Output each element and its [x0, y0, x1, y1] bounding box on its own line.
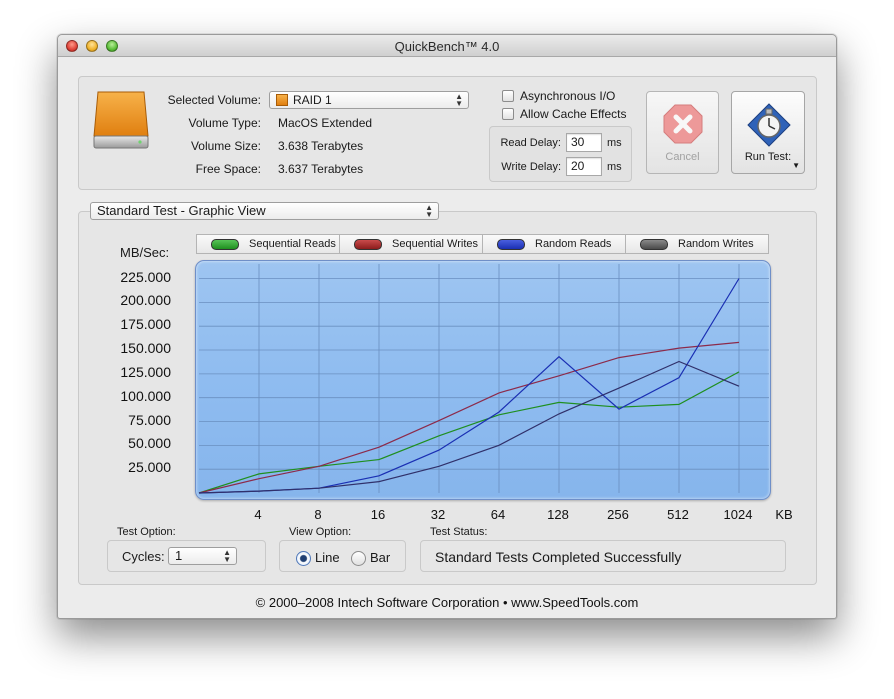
- test-status-value: Standard Tests Completed Successfully: [435, 549, 682, 565]
- volume-select-value: RAID 1: [293, 93, 332, 107]
- line-radio[interactable]: [296, 551, 311, 566]
- read-delay-unit: ms: [607, 137, 622, 149]
- volume-type-value: MacOS Extended: [278, 116, 373, 130]
- legend-swatch: [497, 239, 525, 250]
- view-mode-value: Standard Test - Graphic View: [97, 203, 266, 218]
- chart-plot-area: [195, 260, 771, 500]
- volume-select[interactable]: RAID 1 ▲ ▼: [269, 91, 469, 109]
- x-tick-label: 32: [430, 507, 446, 522]
- legend-label: Random Writes: [678, 238, 754, 250]
- y-tick-label: 150.000: [120, 340, 171, 357]
- cycles-select[interactable]: 1 ▲ ▼: [168, 547, 237, 565]
- chart-legend: Sequential Reads Sequential Writes Rando…: [196, 234, 769, 254]
- cancel-label: Cancel: [665, 151, 700, 163]
- series-line-sequential-writes: [198, 341, 740, 494]
- x-tick-label: 512: [667, 507, 689, 522]
- chevron-updown-icon: ▲ ▼: [223, 548, 231, 564]
- cancel-button[interactable]: Cancel: [646, 91, 719, 174]
- chevron-updown-icon: ▲ ▼: [455, 92, 463, 108]
- legend-label: Random Reads: [535, 238, 612, 250]
- series-line-random-writes: [198, 360, 740, 494]
- legend-item: Random Writes: [625, 235, 768, 253]
- footer-copyright: © 2000–2008 Intech Software Corporation …: [255, 595, 639, 610]
- stop-x-icon: [663, 104, 703, 144]
- write-delay-label: Write Delay:: [501, 161, 561, 173]
- y-tick-label: 225.000: [120, 268, 171, 285]
- chart-svg: [198, 264, 769, 494]
- view-option-label: View Option:: [289, 526, 352, 538]
- x-tick-label: 64: [490, 507, 506, 522]
- legend-label: Sequential Reads: [249, 238, 336, 250]
- bar-radio-label: Bar: [370, 550, 391, 565]
- window-title: QuickBench™ 4.0: [394, 39, 500, 54]
- x-tick-label: 1024: [723, 507, 753, 522]
- volume-orange-icon: [276, 94, 288, 106]
- read-delay-label: Read Delay:: [500, 137, 561, 149]
- write-delay-unit: ms: [607, 161, 622, 173]
- selected-volume-label: Selected Volume:: [167, 93, 261, 107]
- view-mode-select[interactable]: Standard Test - Graphic View ▲ ▼: [90, 202, 439, 220]
- dropdown-arrow-icon: ▼: [792, 161, 800, 170]
- legend-item: Sequential Reads: [197, 235, 339, 253]
- free-space-label: Free Space:: [195, 162, 261, 176]
- y-tick-label: 175.000: [120, 316, 171, 333]
- volume-size-label: Volume Size:: [190, 139, 261, 153]
- x-tick-label: 8: [314, 507, 322, 522]
- async-io-checkbox[interactable]: [502, 90, 514, 102]
- cache-effects-checkbox[interactable]: [502, 108, 514, 120]
- run-test-button[interactable]: Run Test: ▼: [731, 91, 805, 174]
- y-axis-label: MB/Sec:: [120, 245, 170, 260]
- chevron-updown-icon: ▲ ▼: [425, 203, 433, 219]
- write-delay-input[interactable]: 20: [566, 157, 602, 176]
- stopwatch-icon: [745, 101, 793, 147]
- legend-swatch: [211, 239, 239, 250]
- title-bar[interactable]: QuickBench™ 4.0: [58, 35, 836, 57]
- y-tick-label: 75.000: [128, 411, 171, 428]
- read-delay-input[interactable]: 30: [566, 133, 602, 152]
- test-option-label: Test Option:: [117, 526, 176, 538]
- free-space-value: 3.637 Terabytes: [278, 162, 364, 176]
- cycles-label: Cycles:: [122, 549, 165, 564]
- cache-effects-label: Allow Cache Effects: [520, 107, 627, 121]
- y-tick-label: 200.000: [120, 292, 171, 309]
- x-tick-label: 16: [370, 507, 386, 522]
- test-status-label: Test Status:: [430, 526, 488, 538]
- x-tick-label: 4: [254, 507, 262, 522]
- cycles-value: 1: [175, 548, 183, 563]
- volume-type-label: Volume Type:: [188, 116, 262, 130]
- legend-item: Random Reads: [482, 235, 625, 253]
- x-tick-label: 128: [547, 507, 569, 522]
- bar-radio[interactable]: [351, 551, 366, 566]
- y-tick-label: 125.000: [120, 363, 171, 380]
- async-io-label: Asynchronous I/O: [520, 89, 616, 103]
- delay-group: [489, 126, 632, 182]
- line-radio-label: Line: [315, 550, 340, 565]
- y-tick-label: 100.000: [120, 387, 171, 404]
- legend-swatch: [354, 239, 382, 250]
- series-line-random-reads: [198, 278, 740, 494]
- legend-swatch: [640, 239, 668, 250]
- legend-item: Sequential Writes: [339, 235, 482, 253]
- y-tick-label: 25.000: [128, 459, 171, 476]
- volume-size-value: 3.638 Terabytes: [278, 139, 364, 153]
- x-tick-label: KB: [775, 507, 793, 522]
- x-tick-label: 256: [607, 507, 629, 522]
- y-tick-label: 50.000: [128, 435, 171, 452]
- legend-label: Sequential Writes: [392, 238, 479, 250]
